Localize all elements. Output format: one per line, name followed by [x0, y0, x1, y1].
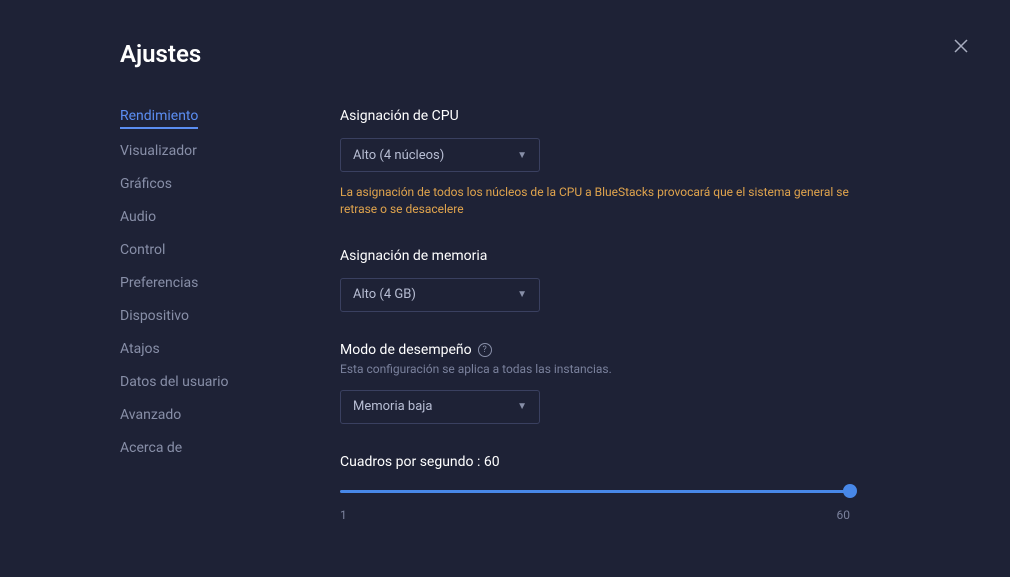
- chevron-down-icon: ▼: [517, 150, 527, 161]
- page-title: Ajustes: [120, 40, 960, 68]
- chevron-down-icon: ▼: [517, 289, 527, 300]
- fps-max: 60: [837, 508, 851, 522]
- sidebar-item-rendimiento[interactable]: Rendimiento: [120, 108, 198, 129]
- cpu-warning: La asignación de todos los núcleos de la…: [340, 184, 860, 218]
- sidebar-item-audio[interactable]: Audio: [120, 209, 156, 228]
- performance-dropdown-value: Memoria baja: [353, 399, 432, 414]
- chevron-down-icon: ▼: [517, 401, 527, 412]
- sidebar: Rendimiento Visualizador Gráficos Audio …: [120, 108, 320, 552]
- sidebar-item-dispositivo[interactable]: Dispositivo: [120, 308, 189, 327]
- performance-sublabel: Esta configuración se aplica a todas las…: [340, 362, 960, 376]
- performance-dropdown[interactable]: Memoria baja ▼: [340, 390, 540, 424]
- sidebar-item-control[interactable]: Control: [120, 242, 165, 261]
- memory-dropdown-value: Alto (4 GB): [353, 287, 416, 302]
- fps-slider-thumb[interactable]: [843, 484, 857, 498]
- cpu-dropdown[interactable]: Alto (4 núcleos) ▼: [340, 138, 540, 172]
- sidebar-item-acerca-de[interactable]: Acerca de: [120, 440, 182, 459]
- help-icon[interactable]: ?: [478, 343, 492, 357]
- cpu-dropdown-value: Alto (4 núcleos): [353, 148, 444, 163]
- sidebar-item-preferencias[interactable]: Preferencias: [120, 275, 198, 294]
- cpu-label: Asignación de CPU: [340, 108, 960, 124]
- memory-dropdown[interactable]: Alto (4 GB) ▼: [340, 278, 540, 312]
- fps-slider-track: [340, 490, 850, 493]
- sidebar-item-visualizador[interactable]: Visualizador: [120, 143, 197, 162]
- close-icon[interactable]: [954, 38, 968, 57]
- sidebar-item-graficos[interactable]: Gráficos: [120, 176, 172, 195]
- fps-label: Cuadros por segundo : 60: [340, 454, 960, 470]
- fps-min: 1: [340, 508, 347, 522]
- sidebar-item-atajos[interactable]: Atajos: [120, 341, 160, 360]
- performance-label: Modo de desempeño: [340, 342, 472, 358]
- sidebar-item-datos-usuario[interactable]: Datos del usuario: [120, 374, 229, 393]
- memory-label: Asignación de memoria: [340, 248, 960, 264]
- sidebar-item-avanzado[interactable]: Avanzado: [120, 407, 181, 426]
- fps-slider[interactable]: [340, 484, 850, 498]
